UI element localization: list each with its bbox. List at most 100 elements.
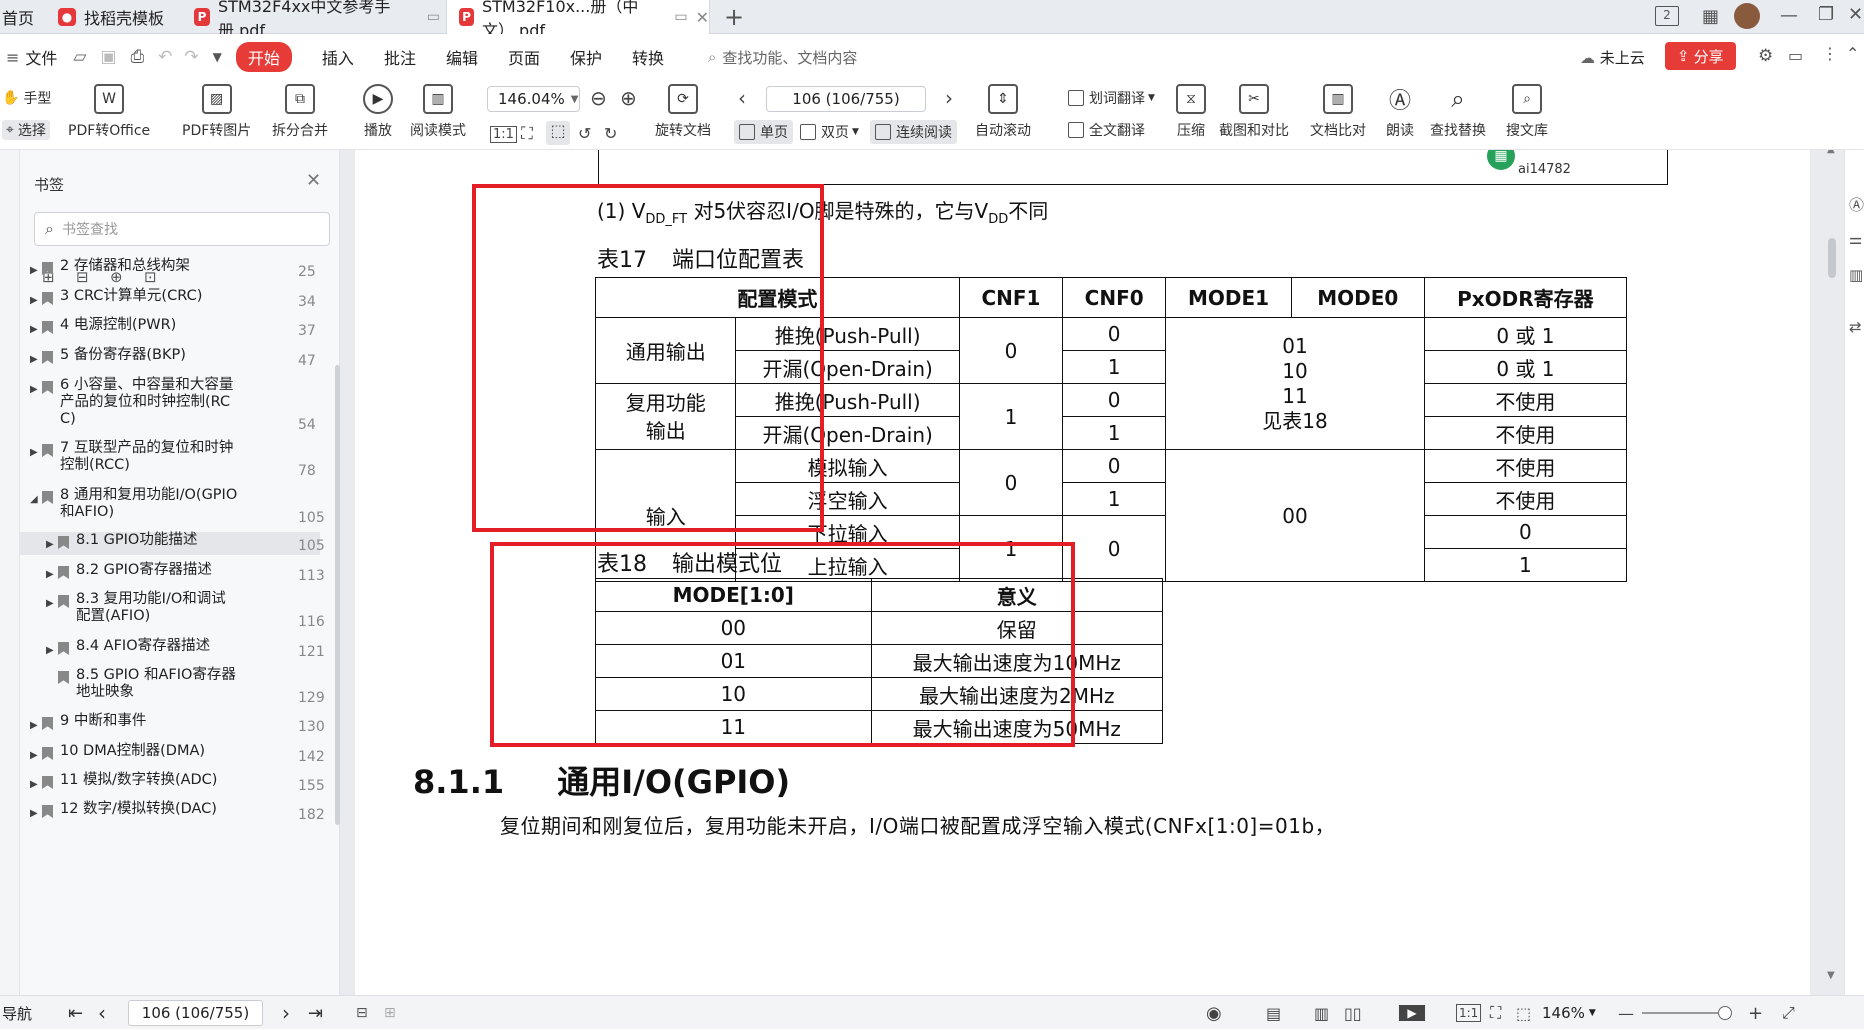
nav-toggle[interactable]: 导航 [2,996,32,1030]
sliders-icon[interactable]: ⚌ [1849,230,1862,248]
translate-icon[interactable]: ⇄ [1849,318,1862,336]
fit-width-icon[interactable]: ⬚ [546,121,570,145]
chevron-right-icon[interactable]: ▶ [30,350,38,370]
full-translate-button[interactable]: 全文翻译 [1068,120,1145,140]
fullscreen-icon[interactable]: ⤢ [1782,996,1795,1030]
chevron-right-icon[interactable]: ▶ [30,261,38,281]
next-page-icon[interactable]: › [945,86,953,110]
bookmark-item[interactable]: 8.5 GPIO 和AFIO寄存器 地址映象 129 [20,667,325,707]
bookmark-item[interactable]: ▶ 3 CRC计算单元(CRC) 34 [20,288,320,311]
menu-file[interactable]: 文件 [25,45,57,69]
bookmark-item[interactable]: ▶ 11 模拟/数字转换(ADC) 155 [20,772,325,795]
document-scrollbar[interactable] [1828,238,1836,278]
bookmark-item[interactable]: ▶ 6 小容量、中容量和大容量 产品的复位和时钟控制(RC C) 54 [20,377,320,434]
double-page-view-icon[interactable]: ▯▯ [1344,996,1362,1030]
zoom-slider-handle[interactable] [1718,1006,1732,1020]
last-page-icon[interactable]: ⇥ [308,996,323,1030]
find-replace-button[interactable]: ⌕ 查找替换 [1430,84,1486,140]
select-tool[interactable]: ⌖ 选择 [2,120,50,140]
continuous-read-button[interactable]: 连续阅读 [870,120,957,144]
bookmark-item[interactable]: ▶ 8.1 GPIO功能描述 105 [20,532,325,555]
monitor-icon[interactable]: ▭ [674,9,687,25]
restore-icon[interactable]: ❐ [1818,4,1834,25]
print-icon[interactable]: ⎙ [131,47,145,67]
search-function-input[interactable]: 查找功能、文档内容 [722,47,857,68]
undo-icon[interactable]: ↶ [158,47,172,67]
collapse-icon[interactable]: ⌃ [1846,44,1859,63]
book-icon[interactable]: ▥ [1849,266,1863,284]
zoom-out-icon[interactable]: ⊖ [590,86,607,110]
monitor-icon[interactable]: ▭ [427,9,440,25]
gear-icon[interactable]: ⚙ [1758,46,1773,66]
play-slideshow-button[interactable]: ▶ [1396,996,1428,1030]
back-icon[interactable]: ⊟ [356,996,368,1030]
status-page-input[interactable]: 106 (106/755) [128,1000,263,1026]
fit-page-icon[interactable]: ⛶ [1490,996,1501,1030]
bookmark-item[interactable]: ▶ 8.4 AFIO寄存器描述 121 [20,638,325,661]
bookmark-item[interactable]: ▶ 4 电源控制(PWR) 37 [20,317,320,340]
page-number-input[interactable]: 106 (106/755) [766,86,926,112]
actual-size-icon[interactable]: 1:1 [1456,1004,1482,1022]
close-icon[interactable]: ✕ [696,8,709,27]
fit-width-icon[interactable]: ⬚ [1516,996,1531,1030]
bookmark-item[interactable]: ▶ 5 备份寄存器(BKP) 47 [20,347,320,370]
split-merge-button[interactable]: ⧉ 拆分合并 [272,84,328,140]
tab-stm32f4-manual[interactable]: P STM32F4xx中文参考手册.pdf ▭ [182,0,440,40]
chevron-right-icon[interactable]: ▶ [30,746,38,766]
bookmark-item[interactable]: ▶ 9 中断和事件 130 [20,713,325,736]
zoom-out-icon[interactable]: — [1618,996,1634,1030]
scroll-up-icon[interactable]: ▲ [1827,150,1835,155]
bookmark-search-input[interactable]: ⌕ 书签查找 [34,212,330,246]
rotate-left-icon[interactable]: ↺ [578,124,591,143]
zoom-in-icon[interactable]: + [1748,996,1763,1030]
rotate-doc-button[interactable]: ⟳ 旋转文档 [655,84,711,140]
chevron-right-icon[interactable]: ▶ [46,535,54,555]
auto-scroll-button[interactable]: ⇕ 自动滚动 [975,84,1031,140]
doc-compare-button[interactable]: ▥ 文档比对 [1310,84,1366,140]
fit-page-icon[interactable]: ⛶ [521,124,533,144]
chevron-right-icon[interactable]: ▶ [30,775,38,795]
avatar[interactable] [1734,3,1760,29]
compress-button[interactable]: ⧖ 压缩 [1176,84,1206,140]
menu-convert[interactable]: 转换 [632,45,664,69]
grid-icon[interactable]: ▦ [1702,6,1719,27]
chevron-right-icon[interactable]: ▶ [30,804,38,824]
chevron-right-icon[interactable]: ▶ [46,594,54,614]
zoom-slider-track[interactable] [1642,1012,1727,1014]
tab-templates[interactable]: ● 找稻壳模板 [46,0,181,34]
forward-icon[interactable]: ⊞ [384,996,396,1030]
more-icon[interactable]: ⋮ [1822,44,1838,63]
tab-home[interactable]: 首页 [0,0,45,34]
first-page-icon[interactable]: ⇤ [68,996,83,1030]
play-button[interactable]: ▶ 播放 [363,84,393,140]
new-tab-button[interactable]: + [714,0,744,34]
menu-start[interactable]: 开始 [235,42,292,72]
bookmark-item[interactable]: ▶ 10 DMA控制器(DMA) 142 [20,743,325,766]
page-view-icon[interactable]: ▥ [1314,996,1329,1030]
pdf-to-office-button[interactable]: W PDF转Office [68,84,150,140]
word-translate-button[interactable]: 划词翻译 ▼ [1068,88,1155,108]
share-button[interactable]: ⇪ 分享 [1665,42,1736,70]
close-icon[interactable]: ✕ [306,170,321,191]
hamburger-icon[interactable]: ≡ [6,48,19,67]
comment-icon[interactable]: ▭ [1788,46,1803,65]
zoom-select[interactable]: 146% ▼ [1542,996,1596,1030]
menu-insert[interactable]: 插入 [322,45,354,69]
chevron-right-icon[interactable]: ▶ [30,716,38,736]
chevron-down-icon[interactable]: ◢ [30,490,38,510]
prev-page-icon[interactable]: ‹ [738,86,746,110]
pdf-to-image-button[interactable]: ▨ PDF转图片 [182,84,251,140]
chevron-right-icon[interactable]: ▶ [30,443,38,463]
double-page-button[interactable]: 双页 ▼ [800,122,859,142]
menu-protect[interactable]: 保护 [570,45,602,69]
chevron-right-icon[interactable]: ▶ [30,291,38,311]
menu-page[interactable]: 页面 [508,45,540,69]
chevron-down-icon[interactable]: ▼ [213,50,222,64]
screenshot-compare-button[interactable]: ✂ 截图和对比 [1219,84,1289,140]
chevron-right-icon[interactable]: ▶ [46,641,54,661]
read-mode-button[interactable]: ▥ 阅读模式 [410,84,466,140]
actual-size-icon[interactable]: 1:1 [490,126,517,143]
save-icon[interactable]: ▣ [101,47,117,67]
ai-icon[interactable]: Ⓐ [1849,194,1864,215]
zoom-select[interactable]: 146.04% ▼ [487,86,580,112]
